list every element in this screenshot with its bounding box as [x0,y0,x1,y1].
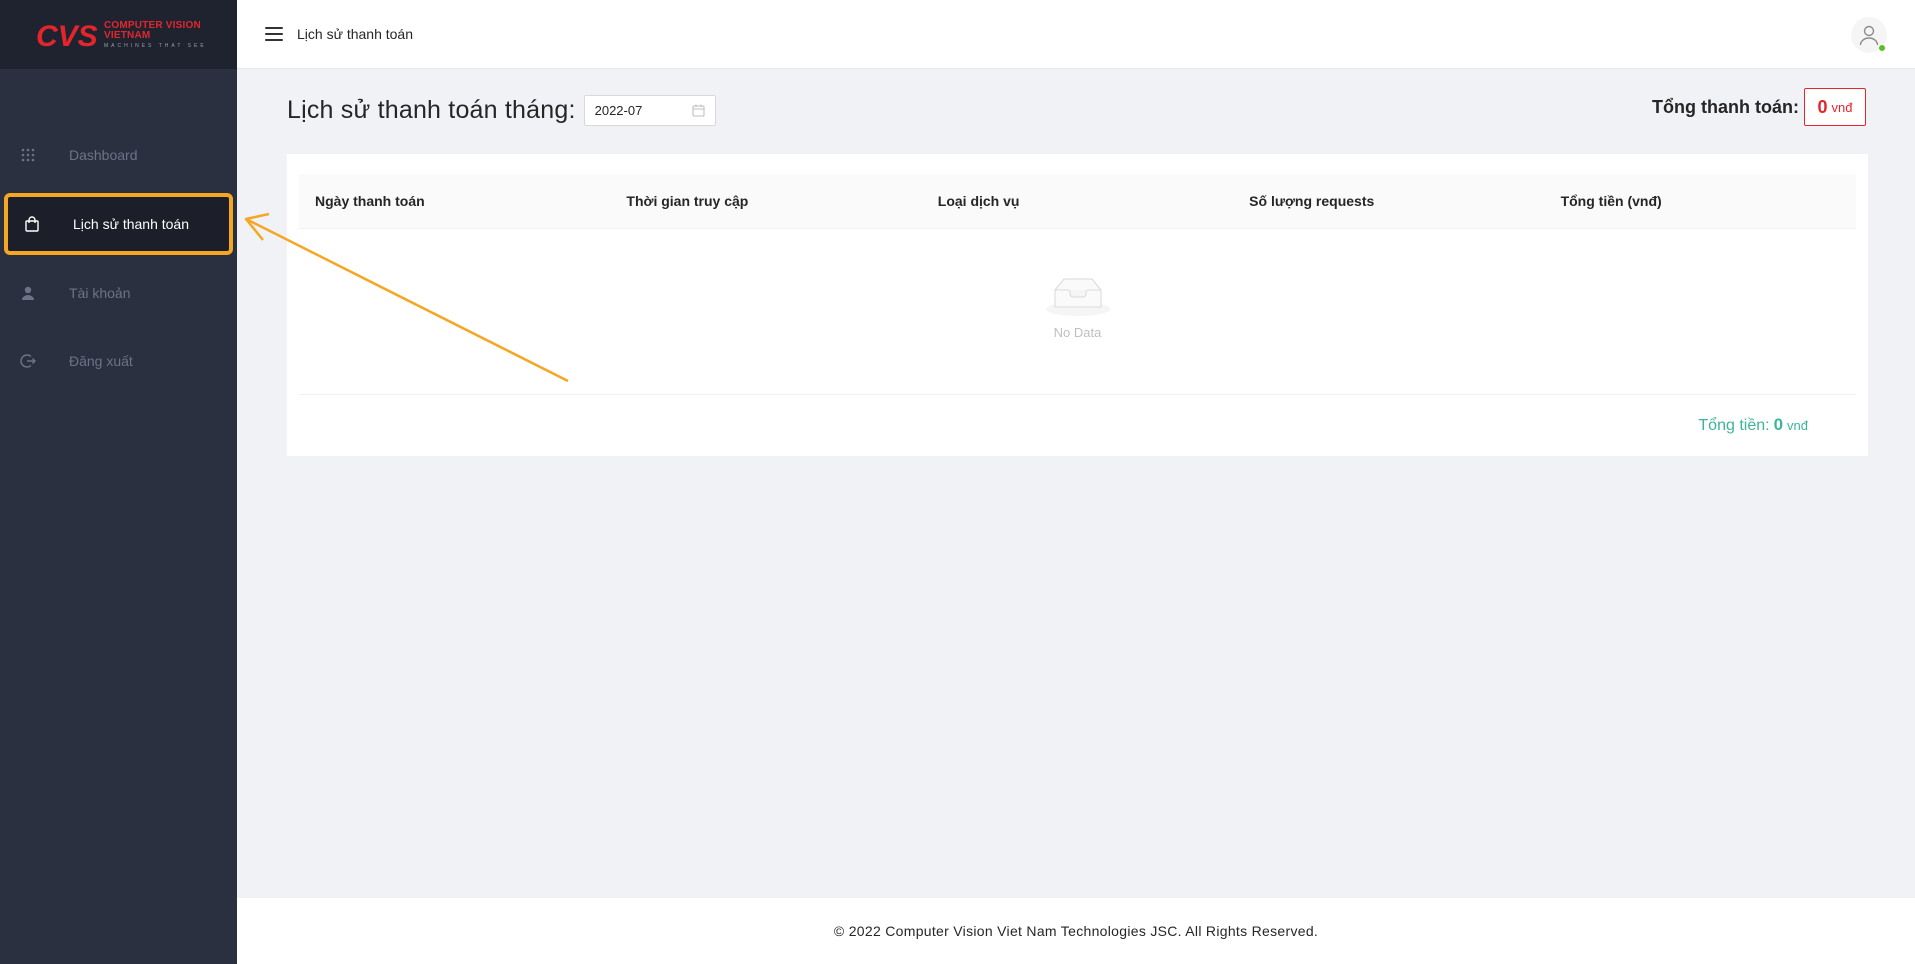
sidebar-menu: Dashboard Lịch sử thanh toán Tài khoản Đ… [0,125,237,399]
table-sum-value: 0 [1773,415,1784,434]
logo-name-line2: VIETNAM [104,29,151,41]
month-picker[interactable]: 2022-07 [583,95,716,126]
sidebar-item-payment-history[interactable]: Lịch sử thanh toán [4,193,233,255]
total-payment-badge: 0 vnđ [1804,88,1866,126]
grid-dots-icon [20,147,36,163]
page-heading: Lịch sử thanh toán tháng: 2022-07 [287,95,716,126]
logo[interactable]: CVS COMPUTER VISION VIETNAM MACHINES THA… [0,0,237,69]
total-payment-unit: vnđ [1831,99,1853,115]
copyright-text: © 2022 Computer Vision Viet Nam Technolo… [833,923,1319,939]
page-footer: © 2022 Computer Vision Viet Nam Technolo… [237,898,1915,964]
header-title: Lịch sử thanh toán [297,26,414,42]
table-sum-unit: vnđ [1787,418,1808,433]
main-content: Lịch sử thanh toán tháng: 2022-07 Tổng t… [237,69,1915,898]
sidebar-item-label: Lịch sử thanh toán [73,216,190,232]
logo-name-line1: COMPUTER VISION [104,19,201,31]
payment-table: Ngày thanh toán Thời gian truy cập Loại … [299,174,1856,395]
table-empty-state: No Data [299,229,1856,395]
column-header: Thời gian truy cập [626,193,749,209]
month-picker-value: 2022-07 [594,103,643,118]
menu-toggle-icon[interactable] [265,27,283,41]
empty-text: No Data [1053,325,1102,340]
empty-inbox-icon [1045,278,1110,316]
sidebar-item-label: Dashboard [69,147,138,163]
cvs-logo-mark: CVS [36,20,98,52]
total-payment-label: Tổng thanh toán: [1652,96,1799,117]
svg-text:CVS: CVS [36,20,98,52]
page-title: Lịch sử thanh toán tháng: [287,96,576,124]
total-payment: Tổng thanh toán: 0 vnđ [1652,88,1866,126]
sidebar-item-logout[interactable]: Đăng xuất [0,331,237,391]
column-header: Ngày thanh toán [315,193,425,209]
shopping-bag-icon [24,216,40,232]
user-icon [20,285,36,301]
sidebar: CVS COMPUTER VISION VIETNAM MACHINES THA… [0,0,237,964]
table-sum: Tổng tiền: 0 vnđ [1698,415,1808,435]
table-header: Ngày thanh toán Thời gian truy cập Loại … [299,174,1856,229]
table-sum-label: Tổng tiền: [1698,417,1770,434]
sidebar-item-label: Đăng xuất [69,353,133,369]
calendar-icon [692,104,705,117]
column-header: Số lượng requests [1249,193,1375,209]
payment-table-card: Ngày thanh toán Thời gian truy cập Loại … [287,154,1868,456]
logo-text: COMPUTER VISION VIETNAM MACHINES THAT SE… [104,19,207,49]
top-header: Lịch sử thanh toán [237,0,1915,69]
column-header: Loại dịch vụ [937,193,1020,209]
total-payment-value: 0 [1817,96,1828,117]
sidebar-item-label: Tài khoản [69,285,131,301]
logout-icon [20,353,36,369]
sidebar-item-dashboard[interactable]: Dashboard [0,125,237,185]
column-header: Tổng tiền (vnđ) [1560,193,1662,209]
avatar[interactable] [1851,17,1887,53]
logo-tagline: MACHINES THAT SEE [104,42,207,49]
sidebar-item-account[interactable]: Tài khoản [0,263,237,323]
user-avatar-icon [1859,25,1879,46]
online-status-dot [1878,44,1886,52]
